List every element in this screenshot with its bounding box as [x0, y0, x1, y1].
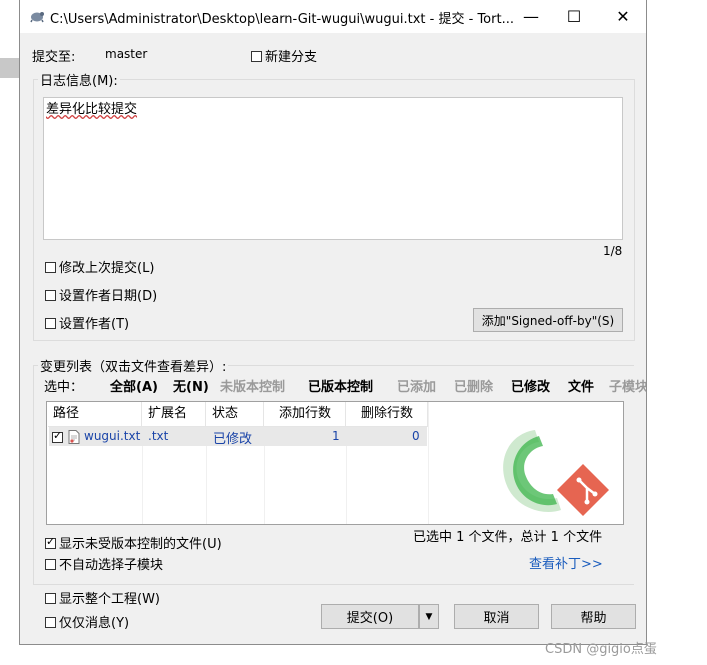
selection-summary: 已选中 1 个文件，总计 1 个文件 [413, 530, 603, 545]
show-whole-project-checkbox[interactable]: 显示整个工程(W) [45, 588, 160, 607]
column-header-added-lines[interactable]: 添加行数 [264, 402, 346, 426]
tortoisegit-logo-icon [503, 430, 609, 516]
log-message-input[interactable]: 差异化比较提交 [43, 97, 623, 240]
changes-legend: 变更列表（双击文件查看差异）: [38, 356, 229, 375]
commit-dropdown-button[interactable]: ▼ [419, 604, 439, 629]
column-header-deleted-lines[interactable]: 删除行数 [346, 402, 428, 426]
cell-extension: .txt [148, 429, 169, 443]
maximize-button[interactable]: ☐ [551, 0, 597, 33]
changed-files-list[interactable]: 路径 扩展名 状态 添加行数 删除行数 wugui.txt .txt 已修改 1… [46, 401, 624, 525]
background-strip [0, 58, 19, 78]
checkbox-icon [45, 262, 56, 273]
filter-files[interactable]: 文件 [568, 376, 594, 395]
checkbox-icon [45, 535, 56, 549]
column-header-status[interactable]: 状态 [206, 402, 264, 426]
author-date-label: 设置作者日期(D) [59, 289, 158, 304]
author-label: 设置作者(T) [59, 317, 130, 332]
filter-submodules[interactable]: 子模块 [609, 376, 646, 395]
new-branch-label: 新建分支 [265, 50, 318, 65]
column-divider [428, 402, 429, 524]
close-button[interactable]: ✕ [600, 0, 646, 33]
cell-path: wugui.txt [84, 429, 141, 443]
select-label: 选中： [44, 380, 84, 395]
tortoisegit-app-icon [30, 12, 44, 23]
cell-deleted-lines: 0 [412, 429, 420, 443]
message-only-label: 仅仅消息(Y) [59, 616, 130, 631]
no-auto-submodule-label: 不自动选择子模块 [59, 558, 164, 573]
show-whole-project-label: 显示整个工程(W) [59, 592, 160, 607]
filter-unversioned[interactable]: 未版本控制 [220, 376, 285, 395]
message-line-counter: 1/8 [603, 244, 623, 258]
amend-label: 修改上次提交(L) [59, 261, 155, 276]
checkbox-icon [251, 51, 262, 62]
row-checkbox[interactable] [52, 429, 63, 443]
filter-none[interactable]: 无(N) [173, 376, 209, 395]
show-unversioned-checkbox[interactable]: 显示未受版本控制的文件(U) [45, 533, 222, 552]
filter-versioned[interactable]: 已版本控制 [308, 376, 373, 395]
filter-all[interactable]: 全部(A) [110, 376, 158, 395]
new-branch-checkbox[interactable]: 新建分支 [251, 46, 317, 65]
commit-dialog: C:\Users\Administrator\Desktop\learn-Git… [19, 0, 647, 645]
checkbox-icon [45, 318, 56, 329]
filter-added[interactable]: 已添加 [397, 376, 436, 395]
csdn-watermark: CSDN @gigio点蛋 [545, 642, 657, 657]
cell-added-lines: 1 [332, 429, 340, 443]
view-patch-link[interactable]: 查看补丁>> [529, 553, 603, 572]
commit-button[interactable]: 提交(O) [321, 604, 419, 629]
amend-last-commit-checkbox[interactable]: 修改上次提交(L) [45, 257, 154, 276]
window-title: C:\Users\Administrator\Desktop\learn-Git… [50, 12, 514, 27]
branch-name: master [105, 47, 148, 61]
add-signed-off-by-button[interactable]: 添加"Signed-off-by"(S) [473, 308, 623, 332]
filter-deleted[interactable]: 已删除 [454, 376, 493, 395]
text-file-icon [68, 430, 80, 444]
log-message-legend: 日志信息(M): [38, 70, 120, 89]
set-author-date-checkbox[interactable]: 设置作者日期(D) [45, 285, 157, 304]
filter-modified[interactable]: 已修改 [511, 376, 550, 395]
minimize-button[interactable]: — [508, 0, 554, 33]
set-author-checkbox[interactable]: 设置作者(T) [45, 313, 129, 332]
message-only-checkbox[interactable]: 仅仅消息(Y) [45, 612, 129, 631]
checkbox-icon [45, 593, 56, 604]
no-auto-submodule-checkbox[interactable]: 不自动选择子模块 [45, 554, 163, 573]
commit-to-label: 提交至: [32, 50, 76, 65]
checkbox-icon [45, 559, 56, 570]
checkbox-icon [45, 290, 56, 301]
column-header-extension[interactable]: 扩展名 [142, 402, 206, 426]
title-bar: C:\Users\Administrator\Desktop\learn-Git… [20, 0, 646, 33]
checkbox-icon [45, 617, 56, 628]
cancel-button[interactable]: 取消 [454, 604, 539, 629]
log-message-text: 差异化比较提交 [46, 102, 138, 117]
show-unversioned-label: 显示未受版本控制的文件(U) [59, 537, 222, 552]
cell-status: 已修改 [213, 432, 253, 447]
column-header-path[interactable]: 路径 [47, 402, 142, 426]
help-button[interactable]: 帮助 [551, 604, 636, 629]
